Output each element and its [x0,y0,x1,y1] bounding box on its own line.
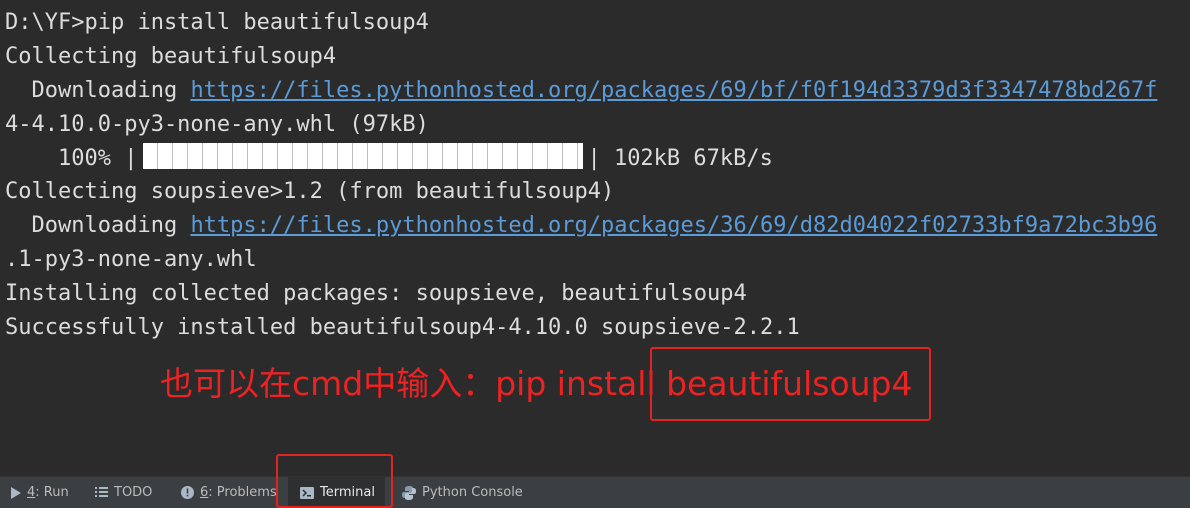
progress-line: 100% | | 102kB 67kB/s [5,142,773,176]
progress-bar [143,143,584,169]
todo-tab[interactable]: TODO [95,477,152,508]
terminal-highlight-box [276,454,393,508]
terminal-line: Successfully installed beautifulsoup4-4.… [5,315,800,340]
progress-percent: 100% | [5,146,138,171]
terminal-line: Installing collected packages: soupsieve… [5,281,747,306]
run-tab-key: 4 [27,485,36,500]
play-icon [11,486,21,499]
highlight-box [650,347,931,421]
problems-tab-label: : Problems [208,485,277,500]
terminal-panel[interactable]: D:\YF>pip install beautifulsoup4 Collect… [0,0,1190,476]
run-tab[interactable]: 4: Run [11,477,69,508]
run-tab-label: : Run [35,485,69,500]
annotation-prefix: 也可以在cmd中输入：pip install [160,364,667,403]
todo-tab-label: TODO [114,485,153,500]
python-icon [402,485,416,500]
terminal-line: D:\YF>pip install beautifulsoup4 [5,10,429,35]
python-console-tab-label: Python Console [422,485,523,500]
terminal-line: .1-py3-none-any.whl [5,247,257,272]
list-icon [95,487,108,498]
terminal-line: Collecting soupsieve>1.2 (from beautiful… [5,179,615,204]
python-console-tab[interactable]: Python Console [402,477,523,508]
terminal-line: Downloading https://files.pythonhosted.o… [5,74,1157,108]
terminal-line: 4-4.10.0-py3-none-any.whl (97kB) [5,112,429,137]
terminal-text: Downloading [5,213,191,238]
warning-icon [181,486,194,499]
download-link[interactable]: https://files.pythonhosted.org/packages/… [190,78,1157,103]
problems-tab-key: 6 [200,485,209,500]
problems-tab[interactable]: 6: Problems [181,477,277,508]
terminal-text: Downloading [5,78,191,103]
terminal-line: Downloading https://files.pythonhosted.o… [5,209,1157,243]
download-link[interactable]: https://files.pythonhosted.org/packages/… [190,213,1157,238]
progress-stats: | 102kB 67kB/s [587,146,773,171]
tool-window-bar: 4: Run TODO 6: Problems Terminal Python … [0,476,1190,508]
terminal-line: Collecting beautifulsoup4 [5,44,337,69]
